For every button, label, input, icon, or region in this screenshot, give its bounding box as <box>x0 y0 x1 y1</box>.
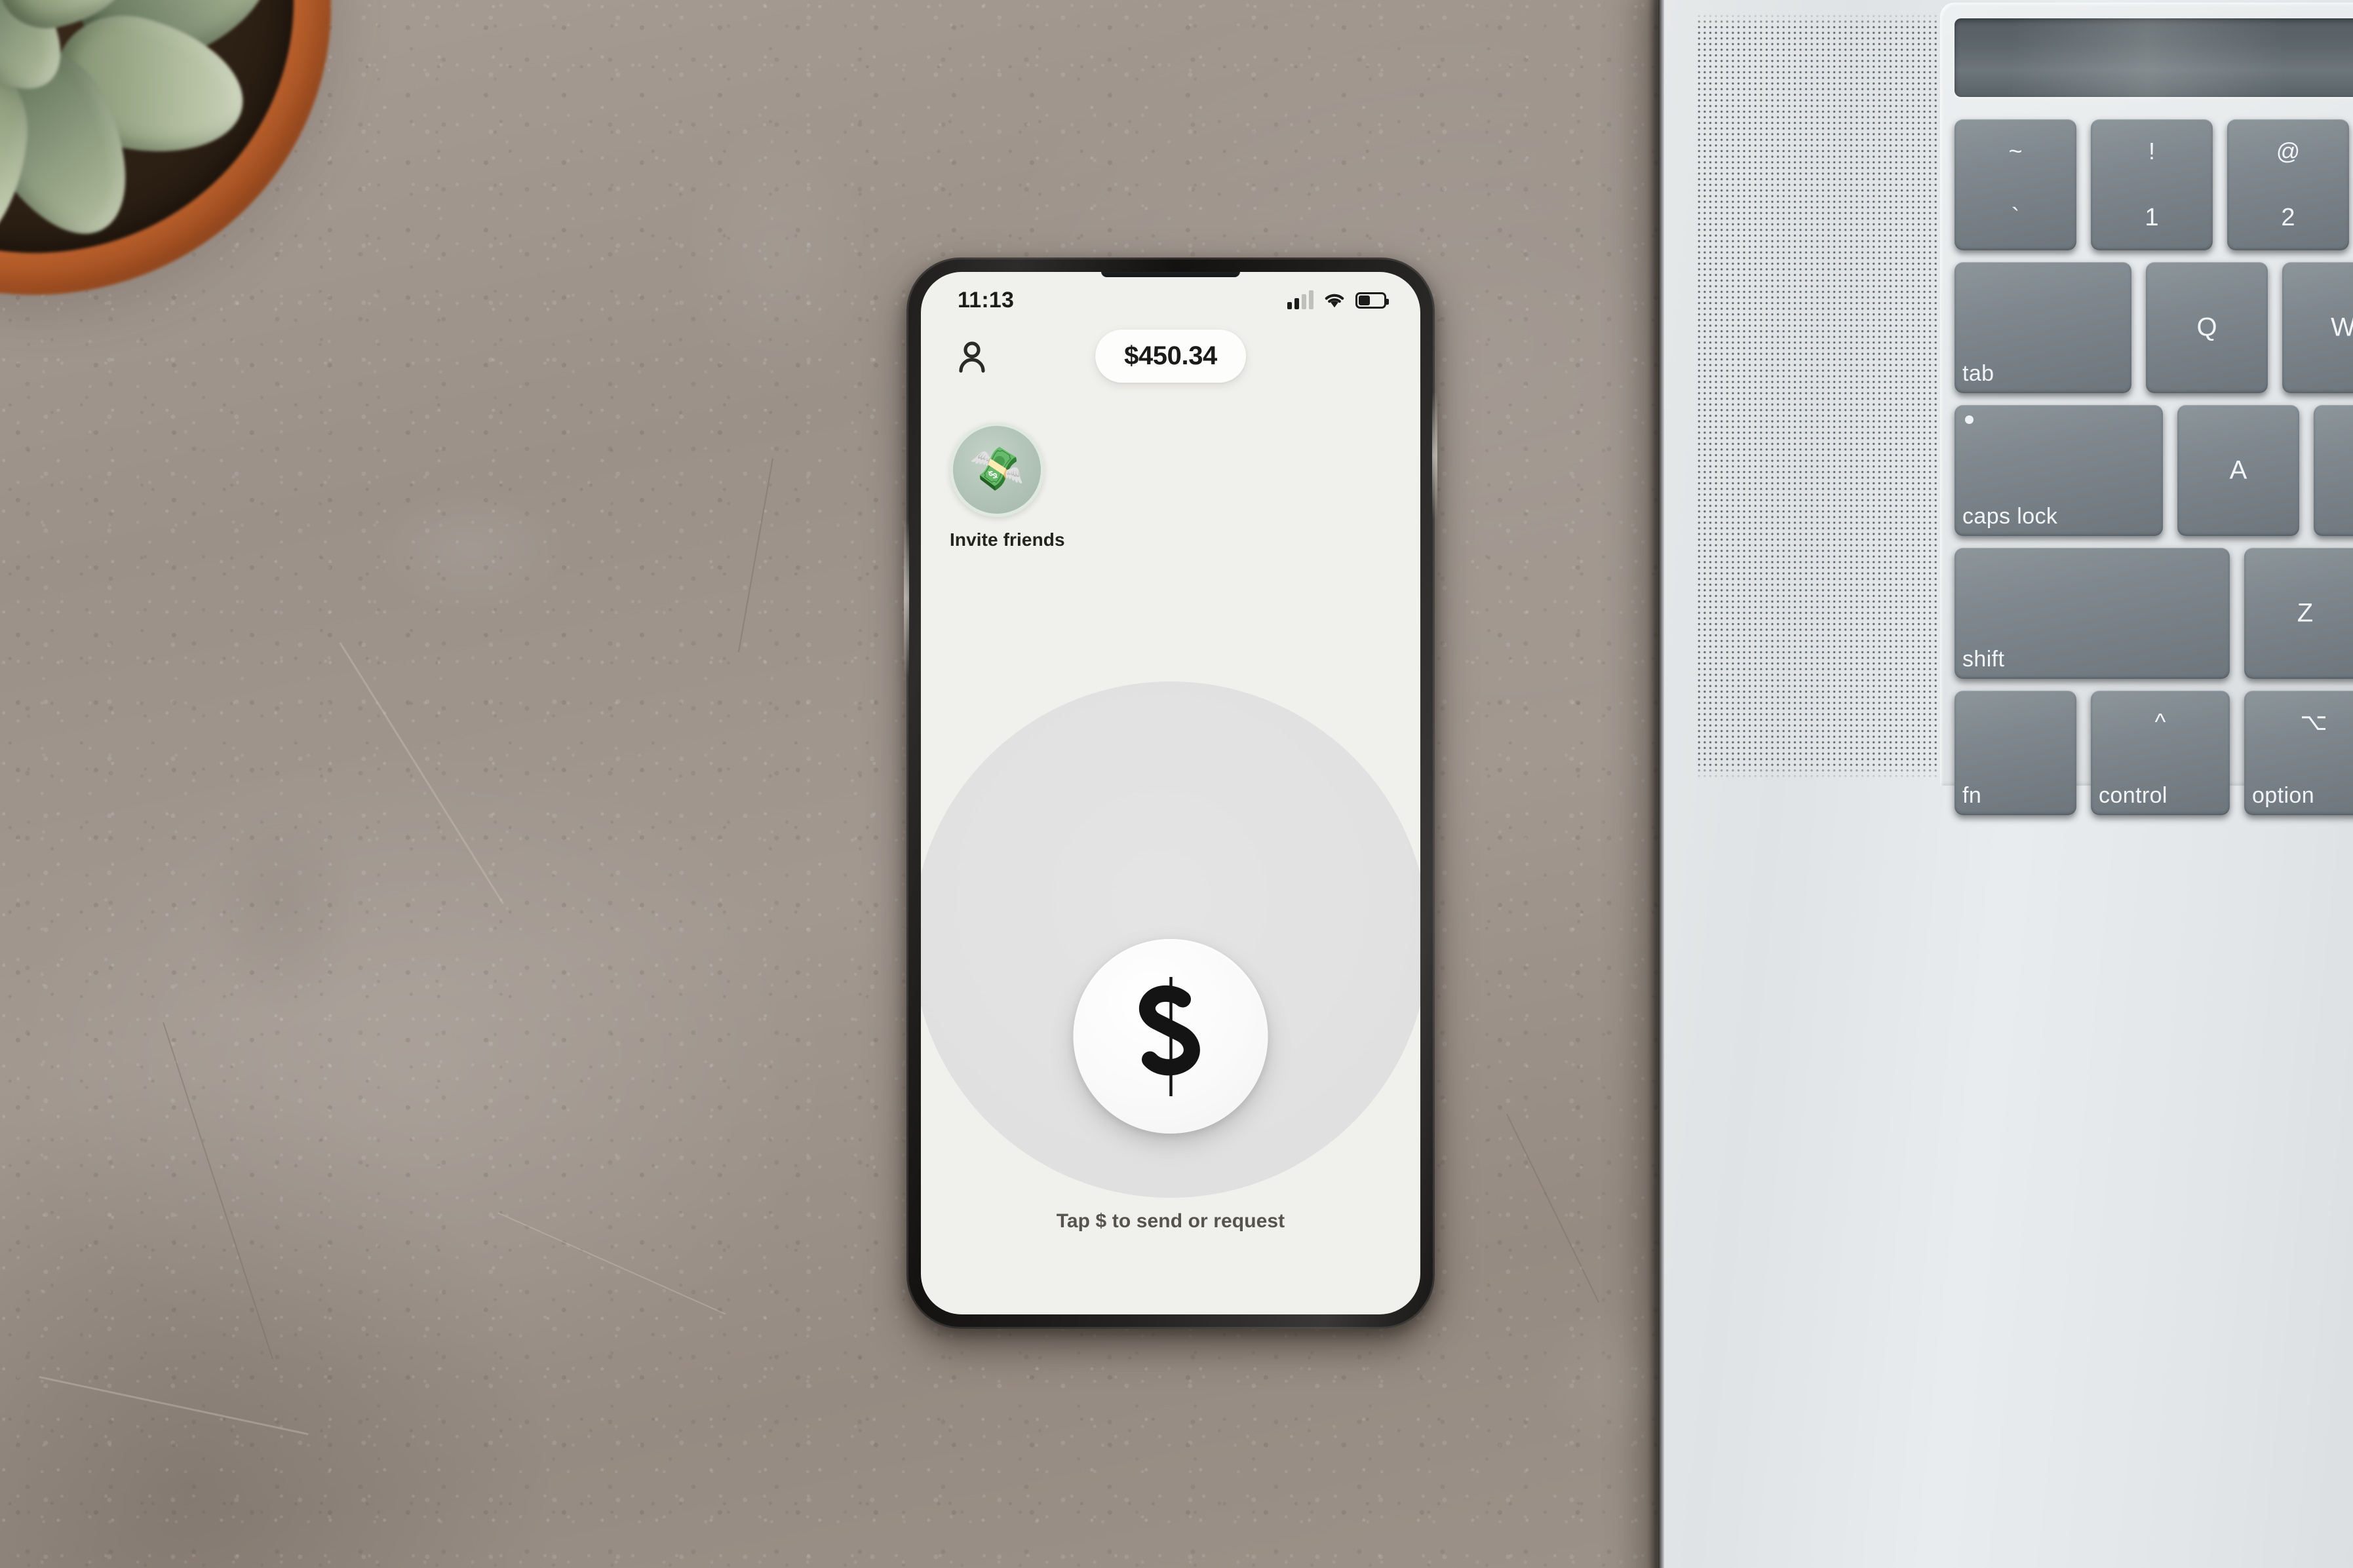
cellular-bars-icon <box>1287 290 1313 309</box>
key-1-upper: ! <box>2148 138 2155 164</box>
key-2-upper: @ <box>2276 138 2301 164</box>
dollar-action-button[interactable] <box>1073 939 1268 1134</box>
status-bar-icons <box>1287 290 1389 309</box>
key-tab-label: tab <box>1962 361 1994 386</box>
flat-lay-scene: ~ ` ! 1 @ 2 tab Q W caps lock A shift Z … <box>0 0 2353 1568</box>
earpiece-speaker <box>1101 272 1240 277</box>
person-icon <box>959 341 985 373</box>
balance-amount: $450.34 <box>1124 341 1217 370</box>
key-fn[interactable]: fn <box>1954 691 2076 815</box>
key-tab[interactable]: tab <box>1954 262 2131 393</box>
dollar-sign-icon <box>1138 976 1200 1096</box>
status-bar: 11:13 <box>921 272 1420 328</box>
laptop: ~ ` ! 1 @ 2 tab Q W caps lock A shift Z … <box>1648 0 2353 1568</box>
power-button[interactable] <box>1432 392 1437 520</box>
battery-fill <box>1359 295 1370 305</box>
smartphone: 11:13 $450.34 💸 Invite friends Tap $ to … <box>904 258 1437 1329</box>
invite-friends-label: Invite friends <box>950 529 1065 550</box>
key-tilde[interactable]: ~ ` <box>1954 119 2076 250</box>
key-w-label: W <box>2331 313 2353 342</box>
action-hint-text: Tap $ to send or request <box>1056 1210 1285 1232</box>
status-bar-clock: 11:13 <box>958 287 1015 313</box>
key-tilde-upper: ~ <box>2008 138 2023 164</box>
key-q[interactable]: Q <box>2146 262 2268 393</box>
laptop-speaker-grille <box>1696 13 1939 780</box>
key-tilde-lower: ` <box>2011 204 2020 231</box>
key-a[interactable]: A <box>2177 405 2299 536</box>
key-fn-label: fn <box>1962 783 1982 808</box>
wifi-icon <box>1325 294 1344 308</box>
laptop-keyboard: ~ ` ! 1 @ 2 tab Q W caps lock A shift Z … <box>1940 0 2353 815</box>
key-z-label: Z <box>2297 598 2314 628</box>
touch-bar-sheen <box>2010 18 2285 97</box>
key-shift-label: shift <box>1962 647 2005 672</box>
key-z[interactable]: Z <box>2244 548 2353 679</box>
money-bundle-icon: 💸 <box>967 442 1026 497</box>
app-header: $450.34 <box>921 328 1420 402</box>
key-1-lower: 1 <box>2145 204 2159 231</box>
profile-button[interactable] <box>951 336 993 378</box>
option-glyph-icon: ⌥ <box>2300 708 2327 735</box>
balance-button[interactable]: $450.34 <box>1095 330 1246 383</box>
battery-icon <box>1355 292 1389 309</box>
control-caret-icon: ^ <box>2154 708 2166 735</box>
key-control[interactable]: ^ control <box>2091 691 2230 815</box>
key-option[interactable]: ⌥ option <box>2244 691 2353 815</box>
key-caps-lock[interactable]: caps lock <box>1954 405 2163 536</box>
key-option-label: option <box>2252 783 2315 808</box>
key-q-label: Q <box>2196 313 2217 342</box>
potted-succulent <box>0 0 367 328</box>
key-a-label: A <box>2229 455 2247 485</box>
laptop-side-edge <box>1658 0 1664 1568</box>
volume-button[interactable] <box>904 520 909 677</box>
key-caps-lock-label: caps lock <box>1962 504 2058 529</box>
caps-lock-indicator-icon <box>1965 415 1974 424</box>
key-2-lower: 2 <box>2281 204 2295 231</box>
phone-screen: 11:13 $450.34 💸 Invite friends Tap $ to … <box>921 272 1420 1314</box>
key-s[interactable]: S <box>2314 405 2353 536</box>
key-control-label: control <box>2099 783 2168 808</box>
touch-bar[interactable] <box>1954 18 2353 97</box>
invite-friends-button[interactable]: 💸 Invite friends <box>950 423 1070 550</box>
key-shift[interactable]: shift <box>1954 548 2230 679</box>
invite-friends-circle: 💸 <box>950 423 1044 517</box>
key-1[interactable]: ! 1 <box>2091 119 2213 250</box>
key-s-label: S <box>2314 456 2353 486</box>
key-2[interactable]: @ 2 <box>2227 119 2349 250</box>
key-w[interactable]: W <box>2282 262 2353 393</box>
